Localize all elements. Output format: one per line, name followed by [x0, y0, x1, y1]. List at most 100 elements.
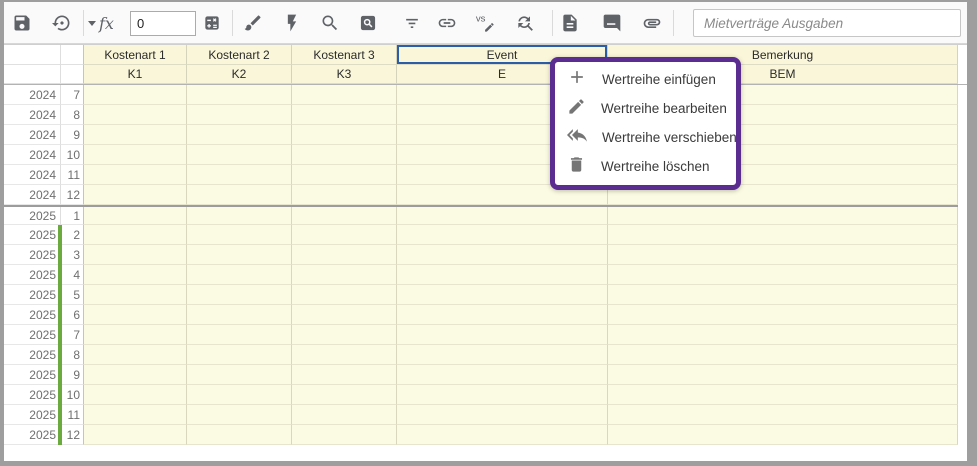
- row-year-header[interactable]: 2025: [4, 207, 61, 225]
- grid-cell[interactable]: [187, 265, 292, 285]
- grid-cell[interactable]: [84, 385, 187, 405]
- grid-cell[interactable]: [292, 425, 397, 445]
- row-year-header[interactable]: 2025: [4, 385, 61, 405]
- grid-cell[interactable]: [84, 225, 187, 245]
- row-month-header[interactable]: 8: [61, 345, 84, 365]
- row-month-header[interactable]: 9: [61, 365, 84, 385]
- find-replace-button[interactable]: [511, 9, 539, 37]
- formula-input[interactable]: [130, 11, 196, 36]
- grid-cell[interactable]: [84, 345, 187, 365]
- vs-edit-button[interactable]: vs: [471, 9, 499, 37]
- row-month-header[interactable]: 7: [61, 85, 84, 105]
- row-year-header[interactable]: 2025: [4, 325, 61, 345]
- fx-dropdown[interactable]: fx: [88, 9, 114, 37]
- grid-cell[interactable]: [292, 245, 397, 265]
- grid-cell[interactable]: [292, 405, 397, 425]
- grid-cell[interactable]: [187, 185, 292, 205]
- row-year-header[interactable]: 2025: [4, 365, 61, 385]
- grid-cell[interactable]: [187, 405, 292, 425]
- grid-cell[interactable]: [397, 325, 608, 345]
- row-month-header[interactable]: 9: [61, 125, 84, 145]
- attachment-button[interactable]: [638, 9, 666, 37]
- grid-cell[interactable]: [187, 145, 292, 165]
- row-year-header[interactable]: 2024: [4, 125, 61, 145]
- column-code-k3[interactable]: K3: [292, 65, 397, 84]
- grid-cell[interactable]: [292, 325, 397, 345]
- grid-cell[interactable]: [608, 405, 958, 425]
- grid-cell[interactable]: [397, 207, 608, 225]
- grid-cell[interactable]: [292, 165, 397, 185]
- grid-cell[interactable]: [292, 305, 397, 325]
- grid-cell[interactable]: [608, 325, 958, 345]
- grid-cell[interactable]: [187, 385, 292, 405]
- search-in-document-button[interactable]: [354, 9, 382, 37]
- grid-cell[interactable]: [608, 265, 958, 285]
- row-month-header[interactable]: 12: [61, 425, 84, 445]
- menu-item[interactable]: Wertreihe verschieben: [555, 123, 736, 152]
- grid-cell[interactable]: [84, 165, 187, 185]
- row-month-header[interactable]: 12: [61, 185, 84, 205]
- row-month-header[interactable]: 6: [61, 305, 84, 325]
- grid-cell[interactable]: [187, 425, 292, 445]
- grid-cell[interactable]: [608, 305, 958, 325]
- row-year-header[interactable]: 2024: [4, 185, 61, 205]
- grid-cell[interactable]: [84, 185, 187, 205]
- grid-cell[interactable]: [397, 385, 608, 405]
- row-year-header[interactable]: 2024: [4, 145, 61, 165]
- column-code-k1[interactable]: K1: [84, 65, 187, 84]
- grid-cell[interactable]: [187, 345, 292, 365]
- grid-cell[interactable]: [84, 425, 187, 445]
- grid-cell[interactable]: [187, 285, 292, 305]
- grid-cell[interactable]: [608, 425, 958, 445]
- menu-item[interactable]: Wertreihe bearbeiten: [555, 94, 736, 123]
- grid-cell[interactable]: [187, 225, 292, 245]
- grid-cell[interactable]: [187, 325, 292, 345]
- grid-cell[interactable]: [84, 125, 187, 145]
- row-year-header[interactable]: 2025: [4, 245, 61, 265]
- grid-cell[interactable]: [292, 185, 397, 205]
- grid-cell[interactable]: [292, 145, 397, 165]
- grid-cell[interactable]: [292, 85, 397, 105]
- row-month-header[interactable]: 3: [61, 245, 84, 265]
- column-header-k3[interactable]: Kostenart 3: [292, 45, 397, 65]
- grid-cell[interactable]: [608, 365, 958, 385]
- history-restore-button[interactable]: [48, 9, 76, 37]
- grid-cell[interactable]: [608, 245, 958, 265]
- grid-cell[interactable]: [397, 345, 608, 365]
- grid-cell[interactable]: [292, 225, 397, 245]
- row-month-header[interactable]: 8: [61, 105, 84, 125]
- grid-cell[interactable]: [84, 245, 187, 265]
- grid-cell[interactable]: [292, 285, 397, 305]
- save-button[interactable]: [8, 9, 36, 37]
- menu-item[interactable]: Wertreihe einfügen: [555, 65, 736, 94]
- grid-cell[interactable]: [84, 305, 187, 325]
- row-year-header[interactable]: 2024: [4, 165, 61, 185]
- grid-cell[interactable]: [84, 207, 187, 225]
- row-month-header[interactable]: 1: [61, 207, 84, 225]
- grid-cell[interactable]: [84, 105, 187, 125]
- grid-cell[interactable]: [608, 285, 958, 305]
- grid-cell[interactable]: [187, 365, 292, 385]
- grid-cell[interactable]: [608, 225, 958, 245]
- row-year-header[interactable]: 2025: [4, 225, 61, 245]
- grid-cell[interactable]: [187, 125, 292, 145]
- series-name-input[interactable]: [693, 9, 961, 37]
- row-year-header[interactable]: 2025: [4, 405, 61, 425]
- grid-cell[interactable]: [84, 365, 187, 385]
- grid-cell[interactable]: [84, 325, 187, 345]
- column-code-k2[interactable]: K2: [187, 65, 292, 84]
- grid-cell[interactable]: [187, 207, 292, 225]
- grid-cell[interactable]: [292, 345, 397, 365]
- grid-cell[interactable]: [397, 265, 608, 285]
- row-year-header[interactable]: 2025: [4, 345, 61, 365]
- link-button[interactable]: [433, 9, 461, 37]
- grid-cell[interactable]: [292, 265, 397, 285]
- grid-cell[interactable]: [187, 305, 292, 325]
- row-month-header[interactable]: 2: [61, 225, 84, 245]
- row-month-header[interactable]: 10: [61, 385, 84, 405]
- grid-cell[interactable]: [84, 85, 187, 105]
- grid-cell[interactable]: [84, 265, 187, 285]
- comment-button[interactable]: [598, 9, 626, 37]
- column-header-k1[interactable]: Kostenart 1: [84, 45, 187, 65]
- grid-cell[interactable]: [292, 125, 397, 145]
